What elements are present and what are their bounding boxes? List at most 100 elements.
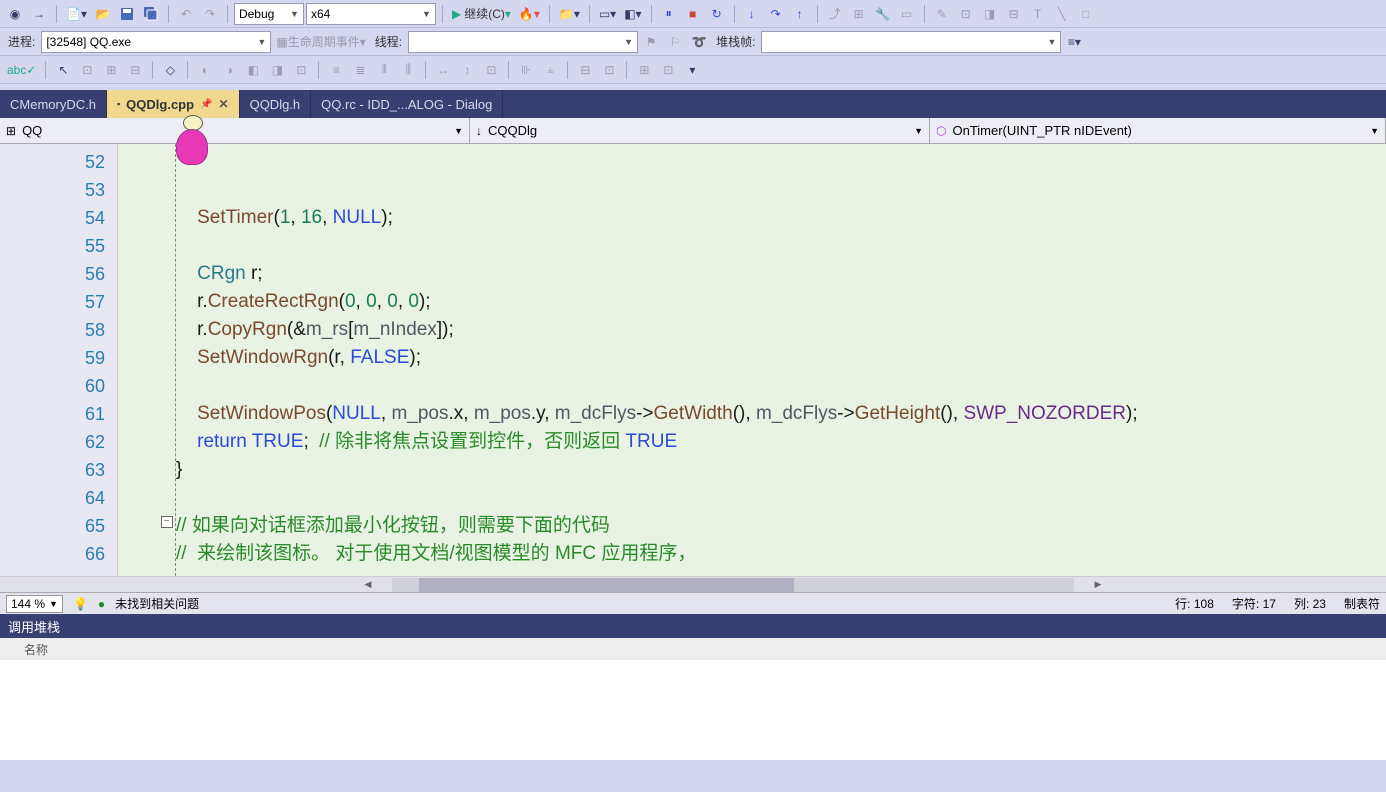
code-content[interactable]: SetTimer(1, 16, NULL); CRgn r; r.CreateR… — [176, 144, 1386, 576]
zoom-dropdown[interactable]: 144 %▼ — [6, 595, 63, 613]
nav-back-button[interactable]: ◉ — [4, 3, 26, 25]
fold-column[interactable]: − — [158, 144, 176, 576]
navigation-bar: ⊞ QQ▼ ↓ CQQDlg▼ ⬡ OnTimer(UINT_PTR nIDEv… — [0, 118, 1386, 144]
lightbulb-icon[interactable]: 💡 — [73, 597, 88, 611]
ed-2-button[interactable]: ⊞ — [100, 59, 122, 81]
save-all-button[interactable] — [140, 3, 162, 25]
close-icon[interactable]: ✕ — [219, 97, 229, 111]
cursor-button[interactable]: ↖ — [52, 59, 74, 81]
pin-icon[interactable]: 📌 — [200, 99, 212, 110]
step-over-button[interactable]: ↷ — [765, 3, 787, 25]
issues-text: 未找到相关问题 — [115, 595, 199, 612]
edit-4-button[interactable]: ⊟ — [1003, 3, 1025, 25]
overflow-2-button[interactable]: ▾ — [681, 59, 703, 81]
new-item-button[interactable]: 📄▾ — [63, 3, 90, 25]
al-3-button[interactable]: ⫴ — [373, 59, 395, 81]
layout-button[interactable]: ▭▾ — [596, 3, 619, 25]
config-dropdown[interactable]: Debug▼ — [234, 3, 304, 25]
step-into-button[interactable]: ↓ — [741, 3, 763, 25]
window-button[interactable]: ◧▾ — [621, 3, 644, 25]
tab-qqdlg-h[interactable]: QQDlg.h — [240, 90, 312, 118]
spellcheck-button[interactable]: abc✓ — [4, 59, 39, 81]
ed-3-button[interactable]: ⊟ — [124, 59, 146, 81]
method-icon: ⬡ — [936, 124, 946, 138]
char-indicator[interactable]: 字符: 17 — [1232, 595, 1276, 612]
continue-button[interactable]: ▶ 继续(C) ▾ — [449, 3, 514, 25]
ar-1-button[interactable]: ⊟ — [574, 59, 596, 81]
code-editor[interactable]: 525354555657585960616263646566 − SetTime… — [0, 144, 1386, 576]
line-gutter: 525354555657585960616263646566 — [0, 144, 118, 576]
class-dropdown[interactable]: ↓ CQQDlg▼ — [470, 118, 930, 143]
callstack-columns[interactable]: 名称 — [0, 638, 1386, 660]
sz-1-button[interactable]: ↔ — [432, 59, 454, 81]
misc-3-button[interactable]: ▭ — [896, 3, 918, 25]
pause-button[interactable]: ⏸ — [658, 3, 680, 25]
ed-7-button[interactable]: ◧ — [242, 59, 264, 81]
tools-button[interactable]: 🔧 — [872, 3, 894, 25]
ed-6-button[interactable]: ◑ — [218, 59, 240, 81]
ed-8-button[interactable]: ◨ — [266, 59, 288, 81]
member-dropdown[interactable]: ⬡ OnTimer(UINT_PTR nIDEvent)▼ — [930, 118, 1386, 143]
scroll-right-button[interactable]: ▶ — [1090, 579, 1106, 590]
open-button[interactable]: 📂 — [92, 3, 114, 25]
nav-fwd-button[interactable]: → — [28, 3, 50, 25]
process-dropdown[interactable]: [32548] QQ.exe▼ — [41, 31, 271, 53]
scroll-thumb[interactable] — [419, 578, 794, 592]
folder-button[interactable]: 📁▾ — [556, 3, 583, 25]
editor-hscroll[interactable]: ◀ ▶ — [0, 576, 1386, 592]
sz-2-button[interactable]: ↕ — [456, 59, 478, 81]
undo-button[interactable]: ↶ — [175, 3, 197, 25]
edit-1-button[interactable]: ✎ — [931, 3, 953, 25]
thread-dropdown[interactable]: ▼ — [408, 31, 638, 53]
overflow-button[interactable]: ≡▾ — [1063, 31, 1085, 53]
breakpoint-margin[interactable] — [118, 144, 158, 576]
check-icon: ● — [98, 597, 105, 611]
misc-1-button[interactable]: ⤴ — [824, 3, 846, 25]
guides-button[interactable]: ⊡ — [657, 59, 679, 81]
toolbar-main: ◉ → 📄▾ 📂 ↶ ↷ Debug▼ x64▼ ▶ 继续(C) ▾ 🔥▾ 📁▾… — [0, 0, 1386, 28]
sp-2-button[interactable]: ⫨ — [539, 59, 561, 81]
stop-button[interactable]: ■ — [682, 3, 704, 25]
tab-cmemorydc[interactable]: CMemoryDC.h — [0, 90, 107, 118]
text-button[interactable]: T — [1027, 3, 1049, 25]
platform-dropdown[interactable]: x64▼ — [306, 3, 436, 25]
callstack-body[interactable] — [0, 660, 1386, 760]
tabs-indicator[interactable]: 制表符 — [1344, 595, 1380, 612]
al-4-button[interactable]: ⫼ — [397, 59, 419, 81]
class-arrow-icon: ↓ — [476, 124, 482, 138]
edit-2-button[interactable]: ⊡ — [955, 3, 977, 25]
rect-button[interactable]: □ — [1075, 3, 1097, 25]
al-1-button[interactable]: ≡ — [325, 59, 347, 81]
edit-3-button[interactable]: ◨ — [979, 3, 1001, 25]
col-indicator[interactable]: 列: 23 — [1294, 595, 1326, 612]
toolbar-editor: abc✓ ↖ ⊡ ⊞ ⊟ ◇ ◐ ◑ ◧ ◨ ⊡ ≡ ≣ ⫴ ⫼ ↔ ↕ ⊡ ⊪… — [0, 56, 1386, 84]
grid-button[interactable]: ⊞ — [633, 59, 655, 81]
save-button[interactable] — [116, 3, 138, 25]
misc-2-button[interactable]: ⊞ — [848, 3, 870, 25]
callstack-header[interactable]: 调用堆栈 — [0, 614, 1386, 638]
line-button[interactable]: ╲ — [1051, 3, 1073, 25]
redo-button[interactable]: ↷ — [199, 3, 221, 25]
flag-1-button[interactable]: ⚑ — [640, 31, 662, 53]
line-indicator[interactable]: 行: 108 — [1175, 595, 1214, 612]
ed-9-button[interactable]: ⊡ — [290, 59, 312, 81]
restart-button[interactable]: ↻ — [706, 3, 728, 25]
ed-5-button[interactable]: ◐ — [194, 59, 216, 81]
go-button[interactable]: ➰ — [688, 31, 710, 53]
al-2-button[interactable]: ≣ — [349, 59, 371, 81]
tab-qqdlg-cpp[interactable]: ▪ QQDlg.cpp 📌 ✕ — [107, 90, 240, 118]
ar-2-button[interactable]: ⊡ — [598, 59, 620, 81]
document-tabs: CMemoryDC.h ▪ QQDlg.cpp 📌 ✕ QQDlg.h QQ.r… — [0, 90, 1386, 118]
scroll-left-button[interactable]: ◀ — [360, 579, 376, 590]
tab-qq-rc[interactable]: QQ.rc - IDD_...ALOG - Dialog — [311, 90, 503, 118]
lifecycle-button[interactable]: ▦ 生命周期事件 ▾ — [273, 31, 368, 53]
step-out-button[interactable]: ↑ — [789, 3, 811, 25]
flag-2-button[interactable]: ⚐ — [664, 31, 686, 53]
hot-reload-button[interactable]: 🔥▾ — [516, 3, 543, 25]
scope-dropdown[interactable]: ⊞ QQ▼ — [0, 118, 470, 143]
sp-1-button[interactable]: ⊪ — [515, 59, 537, 81]
stackframe-dropdown[interactable]: ▼ — [761, 31, 1061, 53]
bookmark-button[interactable]: ◇ — [159, 59, 181, 81]
sz-3-button[interactable]: ⊡ — [480, 59, 502, 81]
ed-1-button[interactable]: ⊡ — [76, 59, 98, 81]
